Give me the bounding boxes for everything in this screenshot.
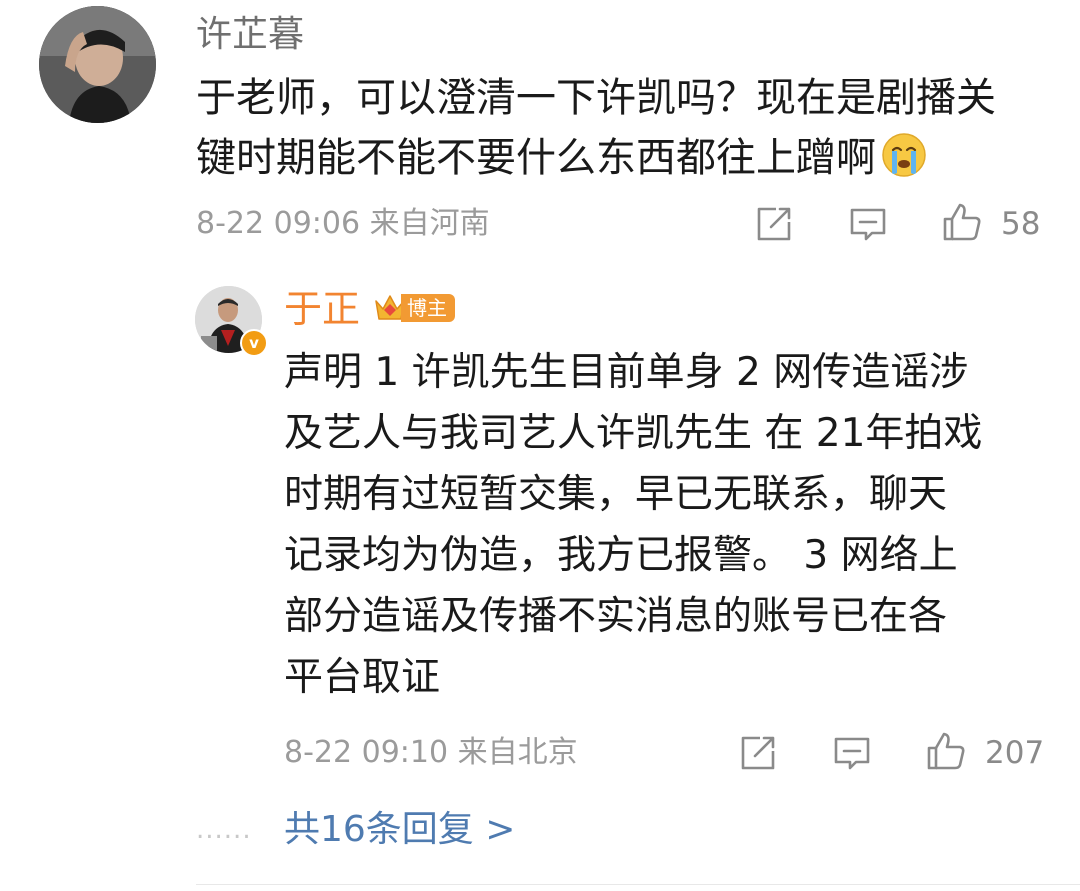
view-all-replies-link[interactable]: 共16条回复 > [284, 806, 515, 854]
main-comment-line-text: 键时期能不能不要什么东西都往上蹭啊 [196, 135, 876, 181]
like-icon[interactable] [942, 202, 982, 242]
reply-line: 平台取证 [284, 655, 441, 700]
main-comment-avatar[interactable] [39, 6, 156, 123]
avatar-photo [39, 6, 156, 123]
like-icon[interactable] [926, 731, 966, 771]
main-comment-timestamp: 8-22 09:06 [196, 206, 361, 241]
share-icon[interactable] [754, 204, 794, 244]
comment-icon[interactable] [832, 733, 872, 773]
main-comment-text: 于老师，可以澄清一下许凯吗？现在是剧播关 键时期能不能不要什么东西都往上蹭啊 [196, 68, 1056, 188]
reply-line: 时期有过短暂交集，早已无联系，聊天 [284, 472, 948, 517]
reply-location: 来自北京 [457, 735, 578, 770]
main-comment-username[interactable]: 许芷暮 [196, 12, 304, 58]
reply-line: 及艺人与我司艺人许凯先生 在 21年拍戏 [284, 411, 983, 456]
main-comment-meta: 8-22 09:06 来自河南 [196, 204, 490, 244]
blogger-badge-label: 博主 [401, 294, 455, 322]
reply-like-count: 207 [985, 735, 1045, 771]
reply-username[interactable]: 于正 [284, 285, 360, 333]
reply-text: 声明 1 许凯先生目前单身 2 网传造谣涉 及艺人与我司艺人许凯先生 在 21年… [284, 342, 1064, 708]
main-comment-line: 键时期能不能不要什么东西都往上蹭啊 [196, 128, 1056, 188]
reply-timestamp: 8-22 09:10 [284, 735, 449, 770]
more-replies-dots: ...... [196, 815, 252, 845]
reply-line: 部分造谣及传播不实消息的账号已在各 [284, 594, 948, 639]
reply-meta: 8-22 09:10 来自北京 [284, 733, 578, 773]
main-comment-like-count: 58 [1001, 206, 1041, 242]
main-comment-line: 于老师，可以澄清一下许凯吗？现在是剧播关 [196, 75, 996, 121]
verified-badge-icon: v [240, 329, 268, 357]
divider [196, 884, 1080, 885]
blogger-badge: 博主 [373, 291, 455, 325]
comment-icon[interactable] [848, 204, 888, 244]
crying-face-emoji [880, 131, 928, 179]
reply-line: 记录均为伪造，我方已报警。 3 网络上 [284, 533, 958, 578]
reply-line: 声明 1 许凯先生目前单身 2 网传造谣涉 [284, 350, 969, 395]
main-comment-location: 来自河南 [369, 206, 490, 241]
share-icon[interactable] [738, 733, 778, 773]
